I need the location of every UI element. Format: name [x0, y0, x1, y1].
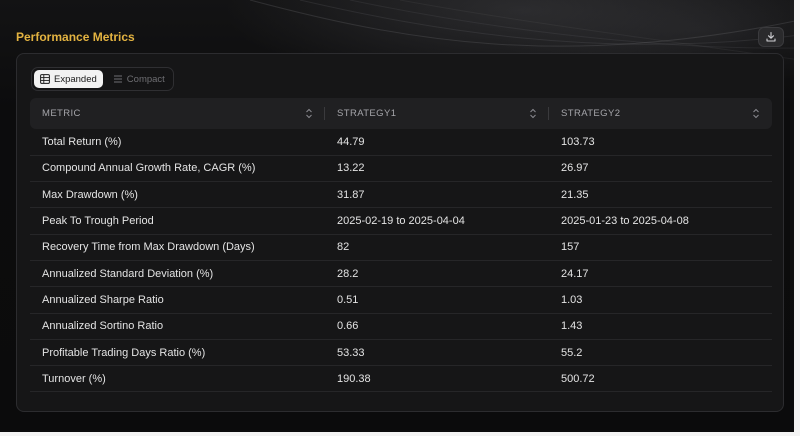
strategy1-value-cell: 0.66: [325, 313, 549, 340]
window-edge-bottom: [0, 432, 800, 436]
column-header-strategy2[interactable]: STRATEGY2: [549, 98, 772, 129]
metric-name-cell: Turnover (%): [30, 365, 325, 393]
metric-name-cell: Total Return (%): [30, 129, 325, 156]
table-row: Peak To Trough Period 2025-02-19 to 2025…: [30, 207, 772, 235]
metric-name-cell: Compound Annual Growth Rate, CAGR (%): [30, 155, 325, 183]
column-header-label: STRATEGY1: [337, 108, 397, 119]
table-row: Annualized Standard Deviation (%) 28.2 2…: [30, 260, 772, 288]
strategy2-value-cell: 157: [549, 234, 772, 261]
page-title: Performance Metrics: [16, 30, 135, 44]
strategy1-value-cell: 13.22: [325, 155, 549, 183]
metric-name-cell: Max Drawdown (%): [30, 181, 325, 209]
strategy2-value-cell: 24.17: [549, 260, 772, 288]
compact-label: Compact: [126, 73, 165, 85]
table-row: Total Return (%) 44.79 103.73: [30, 129, 772, 156]
metric-name-cell: Peak To Trough Period: [30, 207, 325, 235]
strategy1-value-cell: 31.87: [325, 181, 549, 209]
download-button[interactable]: [758, 27, 784, 47]
expanded-view-button[interactable]: Expanded: [34, 70, 103, 88]
table-row: Profitable Trading Days Ratio (%) 53.33 …: [30, 339, 772, 367]
table-header-row: METRIC STRATEGY1 STRATEGY2: [30, 98, 772, 129]
column-header-metric[interactable]: METRIC: [30, 98, 325, 129]
strategy1-value-cell: 82: [325, 234, 549, 261]
sort-icon: [753, 108, 759, 119]
metric-name-cell: Profitable Trading Days Ratio (%): [30, 339, 325, 367]
column-header-label: METRIC: [42, 108, 81, 119]
table-row: Max Drawdown (%) 31.87 21.35: [30, 181, 772, 209]
table-row: Compound Annual Growth Rate, CAGR (%) 13…: [30, 155, 772, 183]
table-row: Annualized Sortino Ratio 0.66 1.43: [30, 313, 772, 340]
strategy1-value-cell: 28.2: [325, 260, 549, 288]
window-edge-right: [794, 0, 800, 436]
strategy2-value-cell: 21.35: [549, 181, 772, 209]
table-row: Annualized Sharpe Ratio 0.51 1.03: [30, 286, 772, 314]
strategy2-value-cell: 26.97: [549, 155, 772, 183]
strategy1-value-cell: 2025-02-19 to 2025-04-04: [325, 207, 549, 235]
strategy2-value-cell: 1.43: [549, 313, 772, 340]
compact-view-button[interactable]: Compact: [107, 70, 171, 88]
list-icon: [113, 75, 122, 83]
strategy2-value-cell: 2025-01-23 to 2025-04-08: [549, 207, 772, 235]
metric-name-cell: Annualized Standard Deviation (%): [30, 260, 325, 288]
sort-icon: [530, 108, 536, 119]
strategy1-value-cell: 190.38: [325, 365, 549, 393]
expanded-label: Expanded: [54, 73, 97, 85]
table-icon: [40, 74, 50, 84]
strategy2-value-cell: 500.72: [549, 365, 772, 393]
column-header-strategy1[interactable]: STRATEGY1: [325, 98, 549, 129]
table-row: Recovery Time from Max Drawdown (Days) 8…: [30, 234, 772, 261]
strategy2-value-cell: 55.2: [549, 339, 772, 367]
metric-name-cell: Recovery Time from Max Drawdown (Days): [30, 234, 325, 261]
sort-icon: [306, 108, 312, 119]
strategy1-value-cell: 53.33: [325, 339, 549, 367]
metric-name-cell: Annualized Sortino Ratio: [30, 313, 325, 340]
column-header-label: STRATEGY2: [561, 108, 621, 119]
strategy1-value-cell: 44.79: [325, 129, 549, 156]
strategy1-value-cell: 0.51: [325, 286, 549, 314]
table-row: Turnover (%) 190.38 500.72: [30, 365, 772, 393]
view-toggle: Expanded Compact: [31, 67, 174, 91]
download-icon: [766, 31, 776, 42]
metric-name-cell: Annualized Sharpe Ratio: [30, 286, 325, 314]
strategy2-value-cell: 1.03: [549, 286, 772, 314]
metrics-table: METRIC STRATEGY1 STRATEGY2 Total Return …: [30, 98, 772, 393]
metrics-panel: Expanded Compact METRIC STRATEGY1 STRATE…: [16, 53, 784, 412]
strategy2-value-cell: 103.73: [549, 129, 772, 156]
